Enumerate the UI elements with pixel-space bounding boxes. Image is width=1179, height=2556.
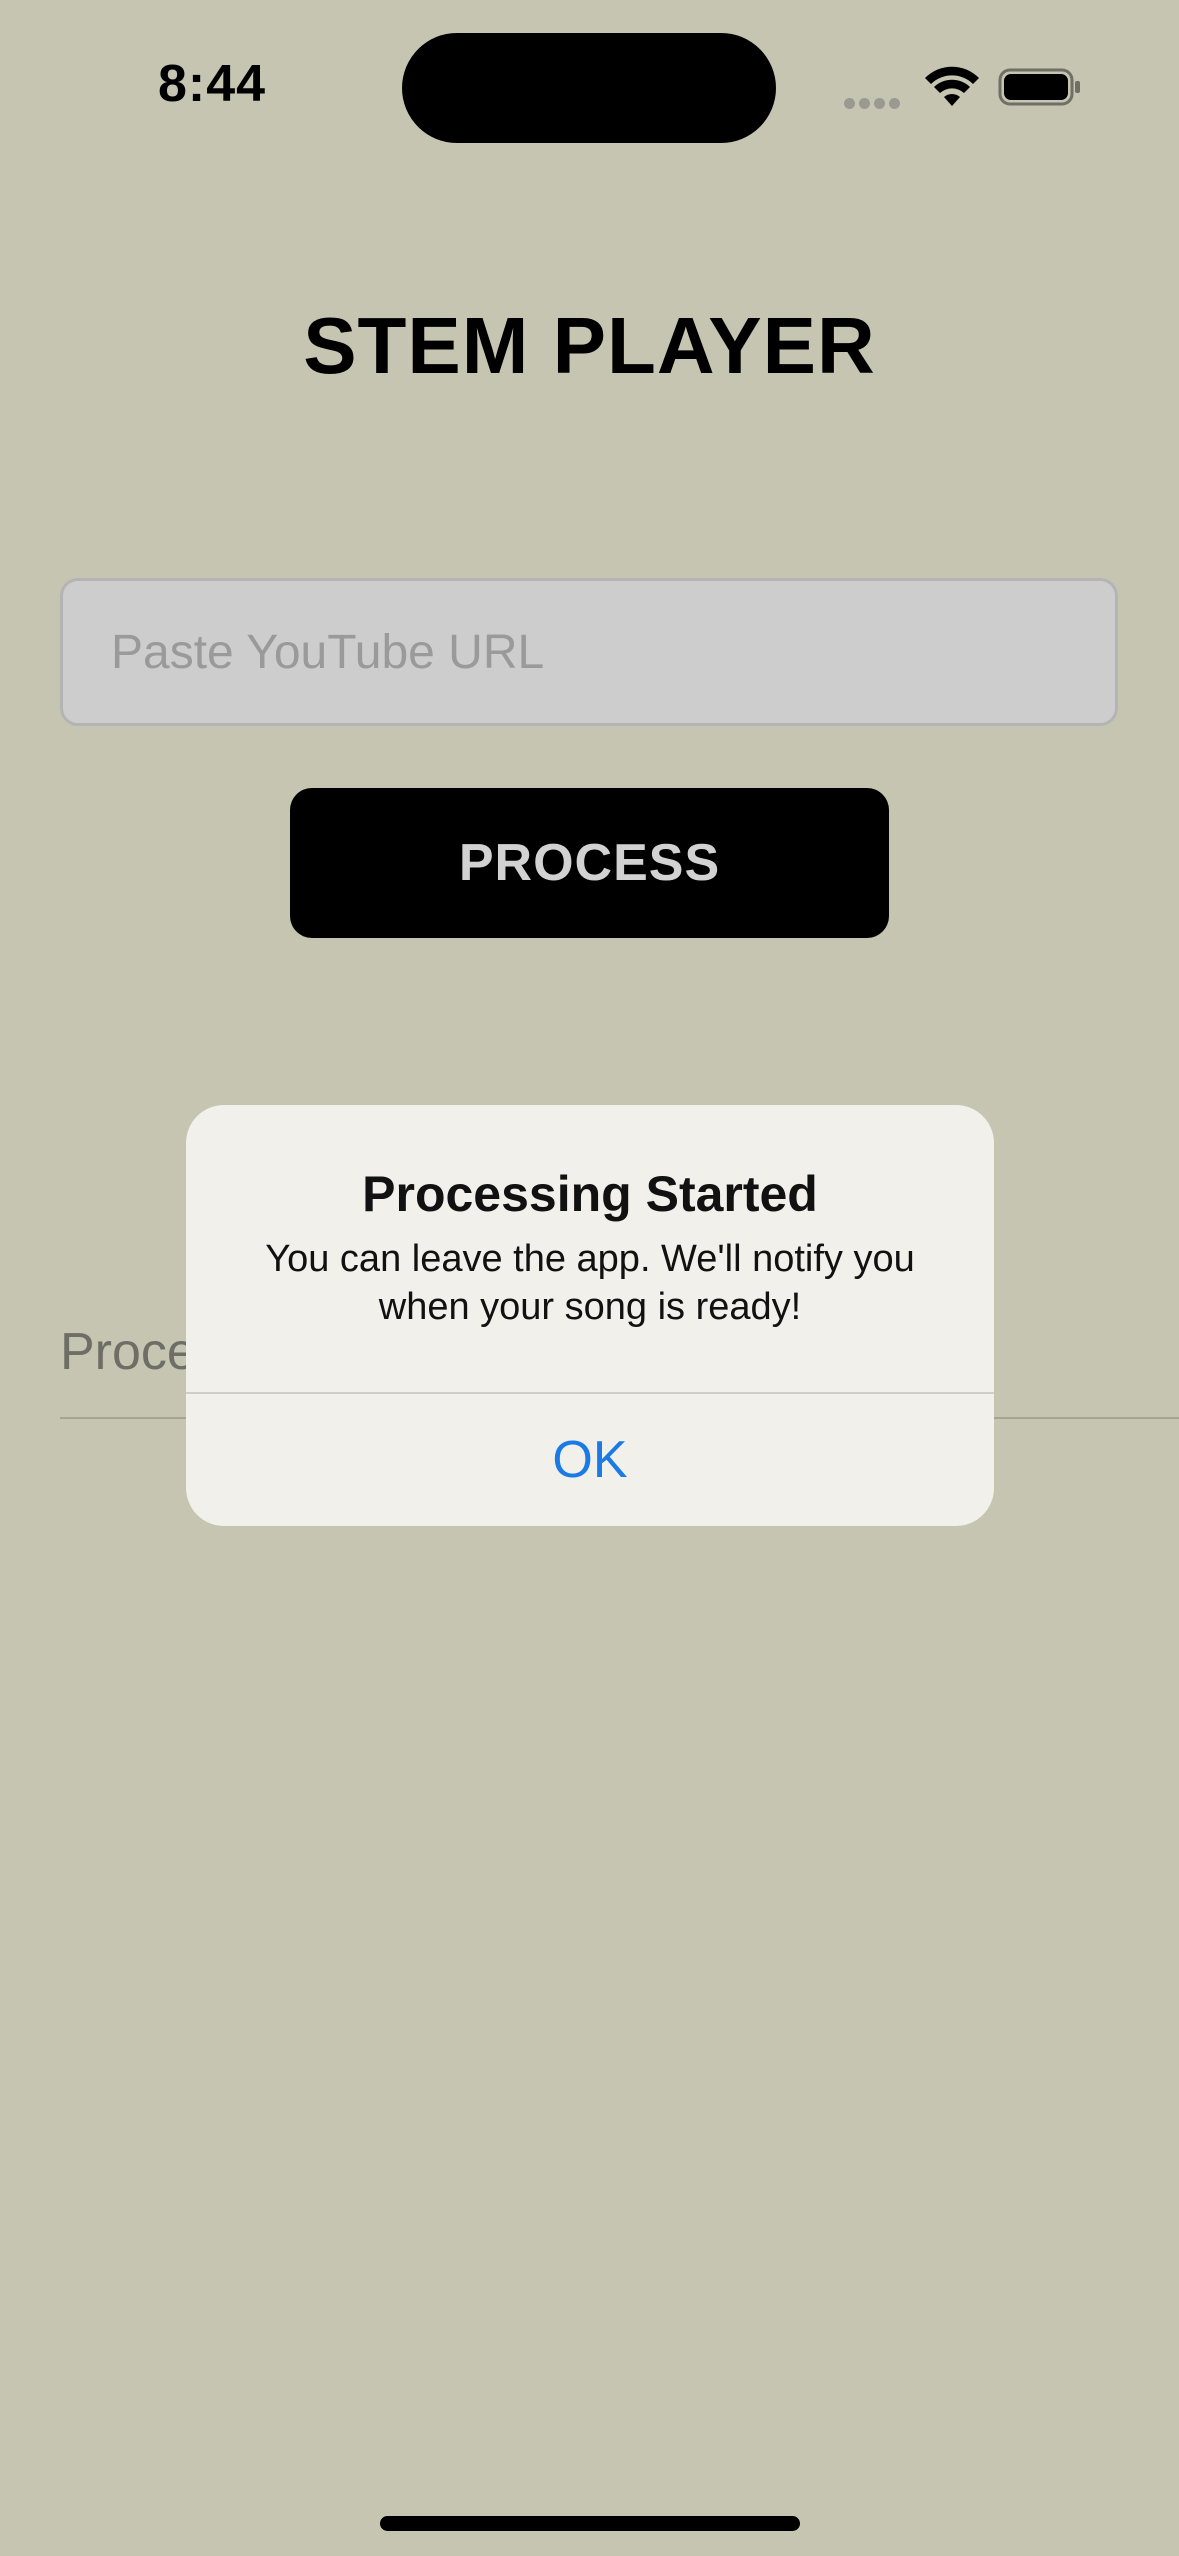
- home-indicator[interactable]: [380, 2516, 800, 2531]
- status-bar-time: 8:44: [158, 55, 267, 113]
- youtube-url-input[interactable]: [60, 578, 1118, 726]
- alert-message: You can leave the app. We'll notify you …: [265, 1238, 915, 1328]
- process-button[interactable]: PROCESS: [290, 788, 889, 938]
- alert-title: Processing Started: [362, 1166, 818, 1222]
- processing-started-alert: Processing Started You can leave the app…: [186, 1105, 994, 1526]
- alert-ok-button[interactable]: OK: [186, 1394, 994, 1526]
- wifi-icon: [924, 66, 980, 108]
- cellular-signal-icon: [844, 96, 904, 109]
- app-title: STEM PLAYER: [303, 301, 876, 390]
- processing-status-label: Proce: [60, 1323, 196, 1381]
- battery-icon: [998, 66, 1082, 108]
- dynamic-island: [402, 33, 776, 143]
